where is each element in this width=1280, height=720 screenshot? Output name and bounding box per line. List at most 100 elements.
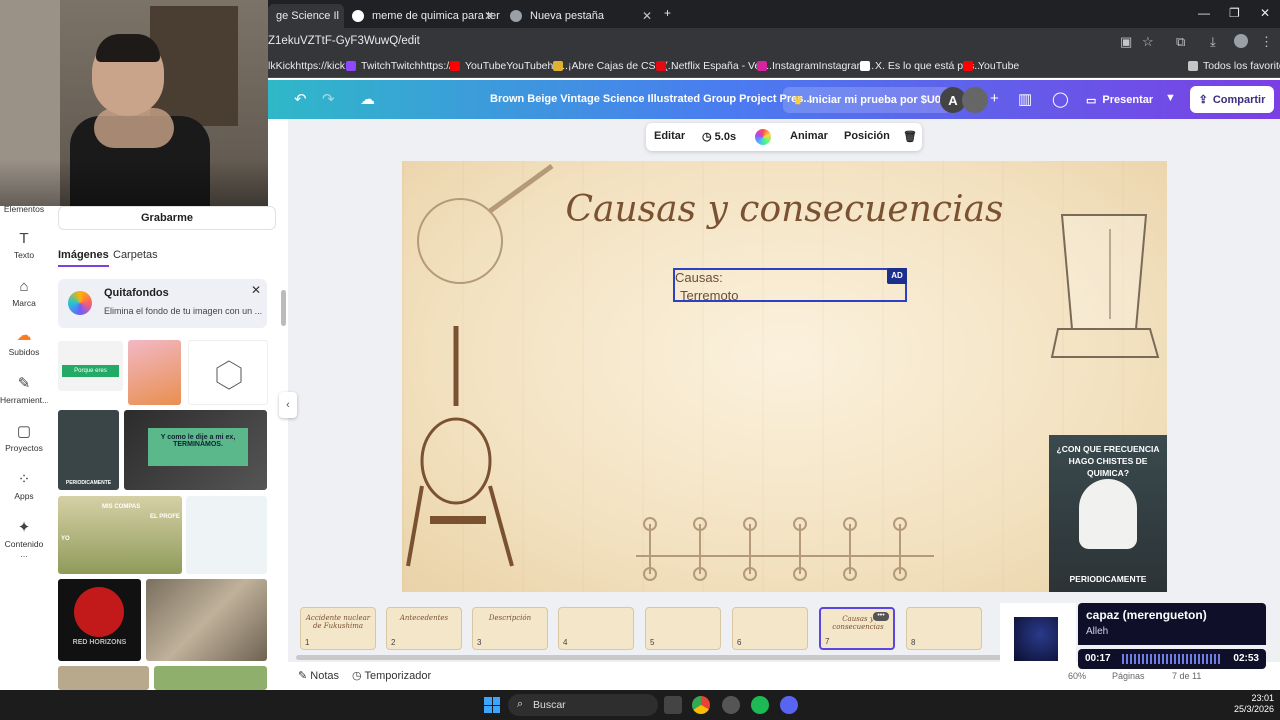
rail-text[interactable]: T Texto bbox=[0, 230, 48, 260]
upload-thumb-tv-meme[interactable]: Y como le dije a mi ex, TERMINAMOS. bbox=[124, 410, 267, 490]
extensions-icon[interactable]: ⧉ bbox=[1176, 34, 1185, 50]
slide-thumb-5[interactable]: 5 bbox=[645, 607, 721, 650]
present-button[interactable]: ▭ Presentar bbox=[1076, 87, 1163, 113]
background-remover-promo[interactable]: Quitafondos Elimina el fondo de tu image… bbox=[58, 279, 267, 328]
slide-thumb-7[interactable]: Causas y consecuencias ••• 7 bbox=[819, 607, 895, 650]
share-button[interactable]: ⇪ Compartir bbox=[1190, 86, 1274, 113]
bookmark-twitch[interactable]: TwitchTwitchhttps://... bbox=[346, 60, 461, 72]
panel-scrollbar[interactable] bbox=[281, 290, 286, 326]
trash-icon[interactable]: 🗑 bbox=[903, 130, 917, 143]
download-icon[interactable]: ⤓ bbox=[1210, 34, 1216, 50]
slide-thumb-8[interactable]: 8 bbox=[906, 607, 982, 650]
rail-content[interactable]: ✦ Contenido ... bbox=[0, 518, 48, 559]
slide-thumb-3[interactable]: Descripción 3 bbox=[472, 607, 548, 650]
bookmark-youtube[interactable]: YouTubeYouTubehtt... bbox=[450, 60, 568, 72]
rail-brand[interactable]: ⌂ Marca bbox=[0, 278, 48, 308]
slide-thumb-1[interactable]: Accidente nuclear de Fukushima 1 bbox=[300, 607, 376, 650]
tab-meme-search[interactable]: meme de quimica para termina ✕ bbox=[344, 4, 500, 28]
add-collaborator-icon[interactable]: + bbox=[990, 90, 999, 107]
bookmark-kick[interactable]: lkKickhttps://kick... bbox=[268, 60, 354, 72]
discord-icon[interactable] bbox=[780, 696, 798, 714]
close-tab-icon[interactable]: ✕ bbox=[484, 9, 494, 23]
taskbar-clock[interactable]: 23:01 25/3/2026 bbox=[1226, 693, 1274, 715]
close-tab-icon[interactable]: ✕ bbox=[642, 9, 652, 23]
zoom-level[interactable]: 60% bbox=[1068, 671, 1086, 681]
upload-thumb-perfecta[interactable]: Porque eres bbox=[58, 341, 123, 391]
white-cat-figure bbox=[1079, 479, 1137, 549]
rail-projects[interactable]: ▢ Proyectos bbox=[0, 422, 48, 453]
notes-button[interactable]: ✎ Notas bbox=[298, 669, 339, 682]
upload-thumb-partial-1[interactable] bbox=[58, 666, 149, 690]
record-yourself-button[interactable]: Grabarme bbox=[58, 206, 276, 230]
spotify-icon[interactable] bbox=[751, 696, 769, 714]
slide-thumb-6[interactable]: 6 bbox=[732, 607, 808, 650]
chemistry-cat-meme[interactable]: ¿CON QUE FRECUENCIA HAGO CHISTES DE QUIM… bbox=[1049, 435, 1167, 592]
avatar-photo[interactable] bbox=[962, 87, 988, 113]
waveform[interactable] bbox=[1122, 654, 1222, 664]
start-trial-button[interactable]: ♛ Iniciar mi prueba por $U0 bbox=[783, 87, 951, 113]
selected-textbox[interactable]: Causas: Terremoto AD bbox=[673, 268, 907, 303]
textbox-line-1[interactable]: Causas: bbox=[675, 270, 723, 285]
duration-button[interactable]: ◷ 5.0s bbox=[702, 130, 736, 143]
rail-tools[interactable]: ✎ Herramient... bbox=[0, 374, 49, 405]
new-tab-button[interactable]: + bbox=[664, 6, 671, 20]
slide-thumb-4[interactable]: 4 bbox=[558, 607, 634, 650]
rail-uploads[interactable]: ☁ Subidos bbox=[0, 326, 48, 357]
playback-bar[interactable]: 00:17 02:53 bbox=[1078, 649, 1266, 669]
cloud-save-icon[interactable]: ☁ bbox=[360, 90, 375, 108]
upload-thumb-partial-2[interactable] bbox=[154, 666, 267, 690]
upload-thumb-rubble[interactable] bbox=[146, 579, 267, 661]
pages-button[interactable]: Páginas bbox=[1112, 671, 1145, 681]
bookmark-youtube-2[interactable]: YouTube bbox=[963, 60, 1019, 72]
upload-thumb-sheep-meme[interactable]: MIS COMPAS EL PROFE YO bbox=[58, 496, 182, 574]
redo-icon[interactable]: ↷ bbox=[322, 90, 335, 108]
music-player-widget[interactable]: capaz (merengueton) Alleh 00:17 02:53 60… bbox=[1000, 603, 1268, 685]
bookmark-star-icon[interactable]: ☆ bbox=[1142, 34, 1154, 50]
tab-images[interactable]: Imágenes bbox=[58, 249, 109, 267]
tab-new[interactable]: Nueva pestaña ✕ bbox=[502, 4, 658, 28]
chrome-icon[interactable] bbox=[692, 696, 710, 714]
tab-folders[interactable]: Carpetas bbox=[113, 249, 158, 261]
taskbar-search[interactable]: ⌕ Buscar bbox=[508, 694, 658, 716]
tab-canva[interactable]: ge Science Il bbox=[268, 4, 344, 28]
windows-start-icon[interactable] bbox=[484, 697, 500, 713]
slide-thumb-2[interactable]: Antecedentes 2 bbox=[386, 607, 462, 650]
timer-button[interactable]: ◷ Temporizador bbox=[352, 669, 431, 682]
upload-thumb-molecule-2[interactable] bbox=[186, 496, 267, 574]
projects-icon: ▢ bbox=[16, 423, 32, 440]
insights-chart-icon[interactable]: ▥ bbox=[1018, 90, 1032, 108]
background-remover-icon bbox=[68, 291, 92, 315]
textbox-line-2[interactable]: Terremoto bbox=[680, 288, 739, 303]
task-view-icon[interactable] bbox=[664, 696, 682, 714]
comment-icon[interactable]: ◯ bbox=[1052, 90, 1069, 108]
upload-thumb-molecule[interactable] bbox=[188, 340, 268, 405]
slide-canvas[interactable]: Causas y consecuencias Causas: Terremoto… bbox=[402, 161, 1167, 592]
tab-search-icon[interactable]: ▣ bbox=[1120, 34, 1132, 50]
bookmark-instagram[interactable]: InstagramInstagram... bbox=[757, 60, 874, 72]
maximize-icon[interactable]: ❐ bbox=[1229, 6, 1240, 20]
position-button[interactable]: Posición bbox=[844, 130, 890, 142]
upload-thumb-pink-cat[interactable] bbox=[128, 340, 181, 405]
animate-button[interactable]: Animar bbox=[790, 130, 828, 142]
close-icon[interactable]: ✕ bbox=[251, 283, 261, 297]
profile-avatar[interactable] bbox=[1234, 34, 1248, 48]
app-icon[interactable] bbox=[722, 696, 740, 714]
url-input[interactable]: Z1ekuVZTtF-GyF3WuwQ/edit bbox=[268, 35, 420, 47]
bookmark-netflix[interactable]: Netflix España - Ver... bbox=[656, 60, 772, 72]
document-title[interactable]: Brown Beige Vintage Science Illustrated … bbox=[490, 93, 813, 105]
menu-kebab-icon[interactable]: ⋮ bbox=[1260, 34, 1273, 50]
total-time: 02:53 bbox=[1233, 653, 1259, 664]
filmstrip-scrollbar[interactable] bbox=[296, 655, 1002, 660]
minimize-icon[interactable]: — bbox=[1198, 6, 1210, 20]
collapse-panel-icon[interactable]: ‹ bbox=[279, 392, 297, 418]
more-options-icon[interactable]: ••• bbox=[873, 612, 889, 621]
rail-apps[interactable]: ⁘ Apps bbox=[0, 470, 48, 501]
chevron-down-icon[interactable]: ▼ bbox=[1165, 92, 1176, 104]
upload-thumb-cat-meme[interactable]: PERIODICAMENTE bbox=[58, 410, 119, 490]
undo-icon[interactable]: ↶ bbox=[294, 90, 307, 108]
edit-button[interactable]: Editar bbox=[654, 130, 685, 142]
color-wheel-icon[interactable] bbox=[755, 129, 771, 145]
upload-thumb-red-horizons[interactable]: RED HORIZONS bbox=[58, 579, 141, 661]
close-window-icon[interactable]: ✕ bbox=[1260, 6, 1270, 20]
all-bookmarks[interactable]: Todos los favoritos bbox=[1188, 60, 1280, 72]
